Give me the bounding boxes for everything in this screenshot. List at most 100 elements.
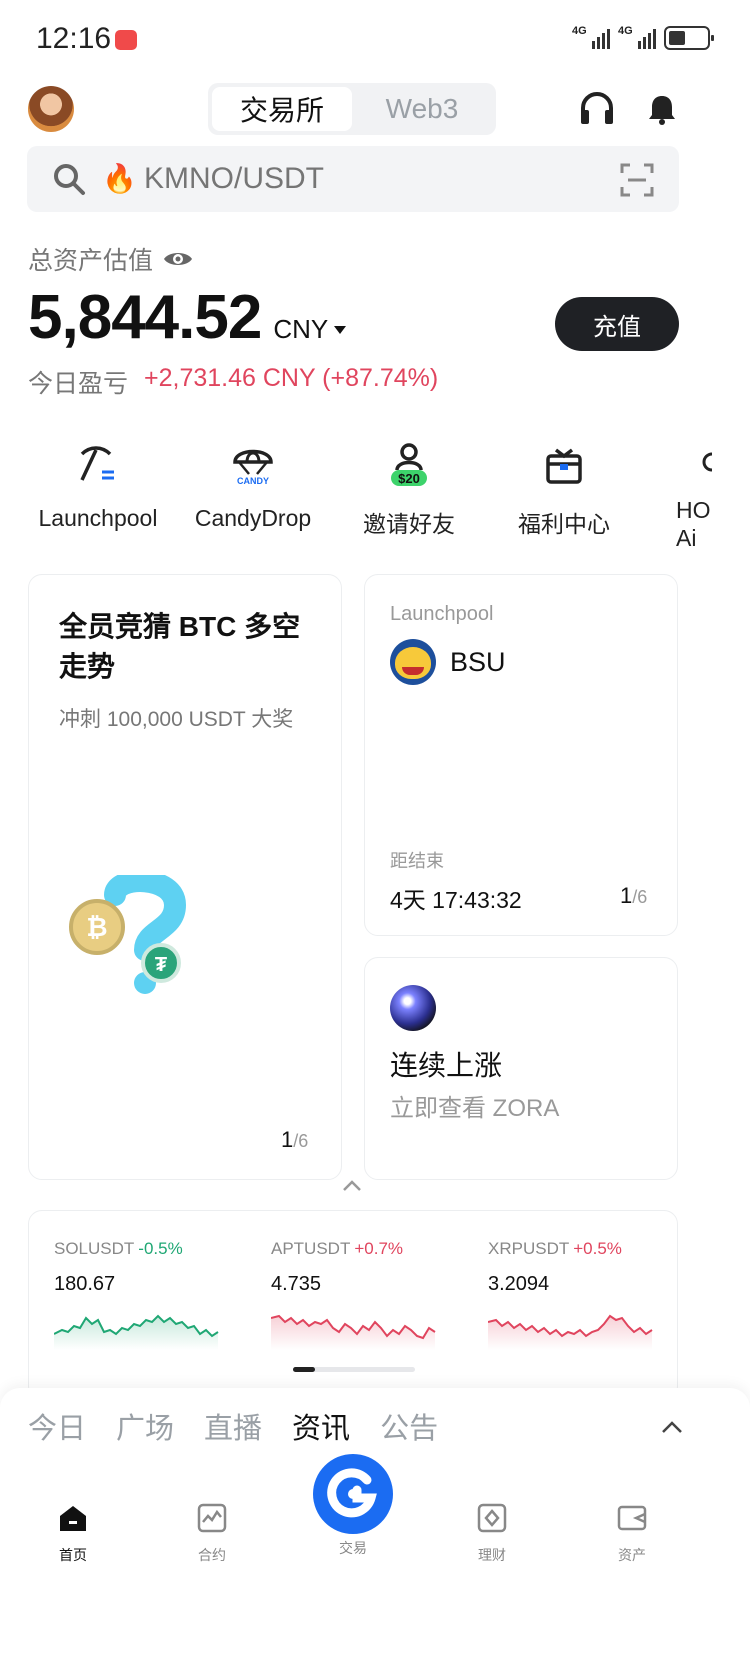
shortcut-partial[interactable]: HO Ai: [640, 440, 750, 552]
total-assets-value: 5,844.52 CNY: [28, 282, 347, 353]
pager-total: /6: [632, 887, 648, 907]
deposit-button[interactable]: 充值: [555, 297, 679, 351]
news-tabs: 今日 广场 直播 资讯 公告: [28, 1405, 438, 1447]
status-time: 12:16: [36, 22, 112, 55]
tab-news[interactable]: 资讯: [292, 1405, 350, 1447]
tab-today[interactable]: 今日: [28, 1405, 86, 1447]
ticker-change: -0.5%: [138, 1239, 183, 1258]
caret-down-icon: [334, 325, 347, 334]
chevron-up-icon[interactable]: [342, 1178, 362, 1192]
wallet-icon: [617, 1505, 647, 1531]
search-bar[interactable]: 🔥: [27, 146, 679, 212]
pager-total: /6: [293, 1131, 309, 1151]
total-assets-text: 总资产估值: [28, 247, 154, 275]
shortcut-label-line2: Ai: [676, 525, 697, 551]
gift-icon: [546, 448, 582, 484]
bsu-token-icon: [390, 639, 436, 685]
partial-icon: [702, 440, 722, 488]
promo-card[interactable]: 全员竞猜 BTC 多空走势 冲刺 100,000 USDT 大奖 ₿ ₮ 1/6: [28, 574, 342, 1180]
ticker-item[interactable]: XRPUSDT +0.5% 3.2094: [487, 1239, 668, 1355]
shortcut-row: Launchpool CANDY CandyDrop $20 邀请好友 福利中心: [0, 440, 750, 570]
nav-home[interactable]: 首页: [28, 1502, 118, 1565]
shortcut-welfare-center[interactable]: 福利中心: [484, 440, 644, 539]
svg-text:₮: ₮: [155, 954, 167, 976]
search-input[interactable]: [144, 162, 584, 196]
sparkline-xrp: [487, 1314, 653, 1350]
ticker-price: 180.67: [54, 1273, 116, 1295]
ticker-price: 4.735: [271, 1273, 322, 1295]
trade-logo-icon: [327, 1468, 377, 1518]
total-assets-label: 总资产估值: [28, 241, 193, 277]
exchange-web3-switch: 交易所 Web3: [208, 83, 496, 135]
futures-chart-icon: [197, 1503, 227, 1533]
rising-title: 连续上涨: [390, 1050, 503, 1081]
launchpool-token: BSU: [390, 639, 506, 685]
currency-selector[interactable]: CNY: [273, 314, 347, 345]
tab-web3[interactable]: Web3: [352, 87, 492, 131]
tab-live[interactable]: 直播: [204, 1405, 262, 1447]
tab-exchange[interactable]: 交易所: [212, 87, 352, 131]
ticker-change: +0.7%: [354, 1239, 404, 1258]
ends-label: 距结束: [390, 851, 444, 871]
ticker-symbol: APTUSDT: [271, 1239, 351, 1258]
launchpool-card[interactable]: Launchpool BSU 距结束 4天 17:43:32 1/6: [364, 574, 678, 936]
zora-token-icon: [390, 985, 436, 1031]
avatar[interactable]: [28, 86, 74, 132]
pager-current: 1: [281, 1127, 294, 1152]
nav-label: 资产: [618, 1547, 646, 1563]
ticker-symbol: SOLUSDT: [54, 1239, 135, 1258]
scan-icon[interactable]: [619, 162, 655, 198]
nav-label: 首页: [59, 1547, 87, 1563]
launchpool-pager: 1/6: [620, 883, 647, 909]
nav-earn[interactable]: 理财: [447, 1502, 537, 1565]
signal-icon-2: 4G: [618, 25, 656, 49]
status-bar: 12:16 4G 4G: [0, 0, 750, 80]
shortcut-label: CandyDrop: [194, 505, 312, 531]
ticker-scroll-indicator: [293, 1367, 415, 1372]
battery-icon: [664, 26, 714, 50]
shortcut-candydrop[interactable]: CANDY CandyDrop: [173, 440, 333, 532]
nav-trade-button[interactable]: [313, 1454, 393, 1534]
svg-text:CANDY: CANDY: [237, 476, 269, 486]
shortcut-label: 邀请好友: [363, 511, 455, 537]
sparkline-sol: [53, 1314, 219, 1350]
ticker-change: +0.5%: [573, 1239, 622, 1258]
chevron-up-icon[interactable]: [661, 1420, 683, 1434]
currency-label: CNY: [273, 314, 329, 344]
svg-text:$20: $20: [398, 471, 420, 486]
earn-icon: [477, 1503, 507, 1533]
shortcut-label: Launchpool: [38, 505, 158, 531]
rising-subtitle: 立即查看 ZORA: [390, 1095, 560, 1122]
shortcut-launchpool[interactable]: Launchpool: [18, 440, 178, 532]
fire-icon: 🔥: [102, 163, 137, 194]
shortcut-label: HO Ai: [640, 496, 750, 552]
nav-futures[interactable]: 合约: [167, 1502, 257, 1565]
eye-icon[interactable]: [163, 249, 193, 269]
status-icons: 4G 4G: [572, 25, 714, 50]
network-type-2: 4G: [618, 25, 633, 37]
sparkline-apt: [270, 1314, 436, 1350]
launchpool-label: Launchpool: [390, 603, 494, 625]
headset-icon[interactable]: [578, 90, 616, 128]
ticker-item[interactable]: SOLUSDT -0.5% 180.67: [53, 1239, 234, 1355]
today-pnl: 今日盈亏 +2,731.46 CNY (+87.74%): [28, 364, 438, 400]
pager-current: 1: [620, 883, 633, 908]
ticker-item[interactable]: APTUSDT +0.7% 4.735: [270, 1239, 451, 1355]
ticker-card: SOLUSDT -0.5% 180.67 APTUSDT +0.7% 4.735 X…: [28, 1210, 678, 1400]
bottom-nav: 首页 合约 交易 理财 资产: [0, 1454, 750, 1667]
pickaxe-icon: [80, 446, 114, 481]
notification-app-icon: [115, 30, 137, 50]
tab-announcements[interactable]: 公告: [380, 1405, 438, 1447]
nav-label-trade: 交易: [339, 1540, 367, 1556]
home-icon: [60, 1506, 86, 1531]
nav-assets[interactable]: 资产: [587, 1502, 677, 1565]
rising-card[interactable]: 连续上涨 立即查看 ZORA: [364, 957, 678, 1180]
btc-question-art: ₿ ₮: [69, 875, 187, 994]
promo-pager: 1/6: [281, 1127, 308, 1153]
shortcut-invite-friends[interactable]: $20 邀请好友: [329, 440, 489, 539]
search-icon: [54, 164, 85, 195]
countdown: 4天 17:43:32: [390, 887, 522, 913]
nav-label: 理财: [478, 1547, 506, 1563]
bell-icon[interactable]: [643, 90, 681, 128]
tab-square[interactable]: 广场: [116, 1405, 174, 1447]
